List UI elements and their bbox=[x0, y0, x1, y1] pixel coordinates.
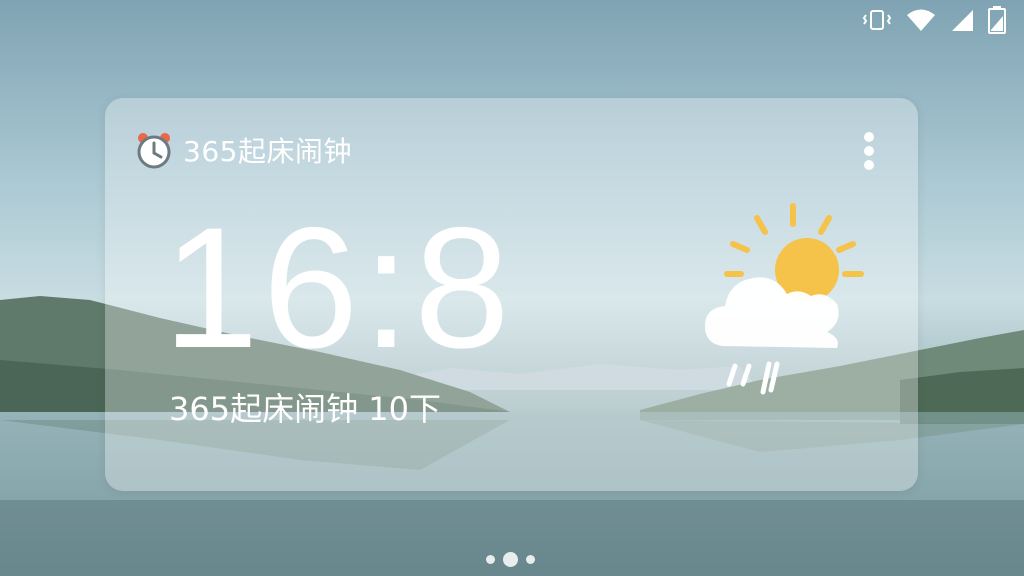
more-vertical-icon bbox=[864, 132, 874, 142]
status-bar bbox=[0, 0, 1024, 40]
page-indicator bbox=[486, 552, 535, 567]
battery-icon bbox=[988, 6, 1006, 34]
page-dot-active bbox=[503, 552, 518, 567]
clock-time: 16:8 bbox=[163, 192, 514, 384]
partly-cloudy-rain-icon bbox=[695, 198, 885, 408]
widget-header: 365起床闹钟 bbox=[135, 130, 352, 170]
alarm-subtitle: 365起床闹钟 10下 bbox=[169, 390, 441, 428]
alarm-clock-widget[interactable]: 365起床闹钟 16:8 365起床闹钟 10下 bbox=[105, 98, 918, 491]
wifi-icon bbox=[906, 8, 936, 32]
more-options-button[interactable] bbox=[858, 132, 880, 170]
app-name: 365起床闹钟 bbox=[183, 135, 352, 168]
page-dot bbox=[526, 555, 535, 564]
alarm-clock-icon bbox=[135, 131, 173, 169]
vibrate-icon bbox=[862, 9, 892, 31]
signal-icon bbox=[950, 8, 974, 32]
page-dot bbox=[486, 555, 495, 564]
